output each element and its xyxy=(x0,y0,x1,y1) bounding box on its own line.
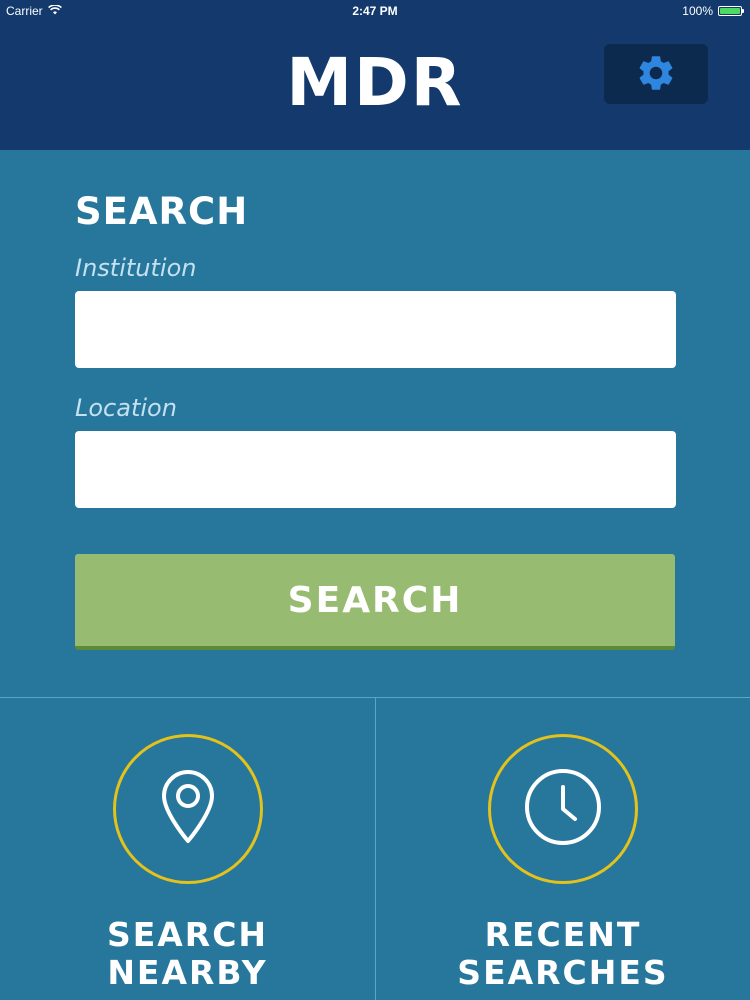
recent-searches-label: RECENT SEARCHES xyxy=(376,916,750,992)
search-nearby-ring xyxy=(112,734,263,884)
gear-icon xyxy=(635,52,677,97)
settings-button[interactable] xyxy=(604,44,708,104)
battery-fill xyxy=(720,8,740,14)
status-time: 2:47 PM xyxy=(352,4,398,18)
status-bar-right: 100% xyxy=(682,4,744,18)
search-nearby-label-line1: SEARCH xyxy=(106,915,269,954)
search-nearby-label: SEARCH NEARBY xyxy=(0,916,375,992)
recent-searches-label-line1: RECENT xyxy=(484,915,642,954)
app-header: MDR xyxy=(0,22,750,150)
battery-percent: 100% xyxy=(682,4,713,18)
recent-searches-tile[interactable]: RECENT SEARCHES xyxy=(376,698,750,1000)
status-bar: Carrier 2:47 PM 100% xyxy=(0,0,750,22)
search-nearby-tile[interactable]: SEARCH NEARBY xyxy=(0,698,375,1000)
institution-input[interactable] xyxy=(75,291,676,368)
recent-searches-ring xyxy=(488,734,638,884)
search-section-title: SEARCH xyxy=(75,190,249,233)
recent-searches-label-line2: SEARCHES xyxy=(457,953,669,992)
location-input[interactable] xyxy=(75,431,676,508)
clock-icon xyxy=(523,767,603,851)
map-pin-icon xyxy=(158,769,218,849)
battery-icon xyxy=(718,6,744,16)
search-button[interactable]: SEARCH xyxy=(75,554,675,650)
institution-label: Institution xyxy=(75,254,197,282)
search-nearby-label-line2: NEARBY xyxy=(107,953,268,992)
location-label: Location xyxy=(75,394,177,422)
